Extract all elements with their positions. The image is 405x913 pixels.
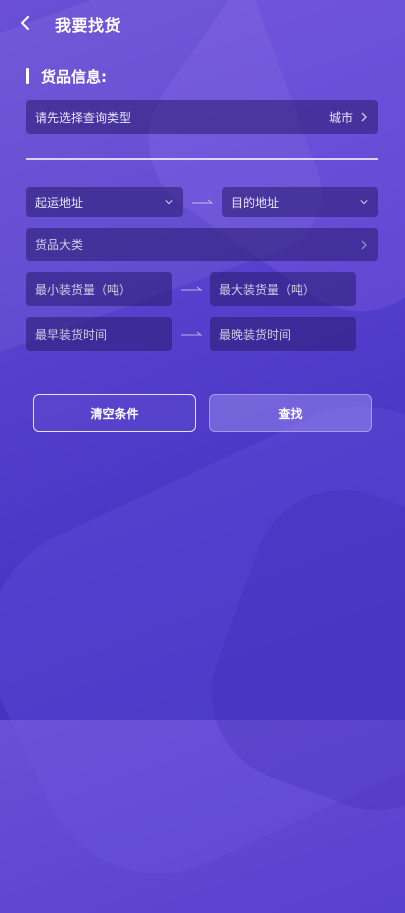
back-button[interactable] — [14, 10, 36, 36]
query-type-placeholder: 请先选择查询类型 — [35, 110, 132, 125]
query-type-select[interactable]: 请先选择查询类型 城市 — [26, 100, 378, 134]
latest-time-input[interactable]: 最晚装货时间 — [210, 317, 356, 351]
chevron-right-icon — [359, 112, 369, 122]
chevron-down-icon — [359, 197, 369, 207]
page-title: 我要找货 — [55, 16, 122, 35]
destination-select[interactable]: 目的地址 — [222, 187, 378, 217]
section-label: 货品信息: — [41, 67, 107, 86]
top-bar: 我要找货 — [0, 0, 405, 46]
max-weight-placeholder: 最大装货量（吨） — [219, 282, 316, 297]
arrow-right-icon — [181, 284, 203, 294]
latest-time-placeholder: 最晚装货时间 — [219, 327, 292, 342]
min-weight-placeholder: 最小装货量（吨） — [35, 282, 132, 297]
background-shape — [186, 464, 405, 836]
section-bar — [26, 68, 29, 84]
min-weight-input[interactable]: 最小装货量（吨） — [26, 272, 172, 306]
clear-button[interactable]: 清空条件 — [33, 394, 196, 432]
category-select[interactable]: 货品大类 — [26, 228, 378, 261]
origin-select[interactable]: 起运地址 — [26, 187, 183, 217]
category-label: 货品大类 — [35, 238, 84, 252]
arrow-right-icon — [181, 329, 203, 339]
earliest-time-input[interactable]: 最早装货时间 — [26, 317, 172, 351]
query-type-value-group: 城市 — [329, 109, 369, 126]
section-header: 货品信息: — [26, 64, 107, 88]
background-shape — [0, 366, 405, 913]
search-button[interactable]: 查找 — [209, 394, 372, 432]
query-type-value: 城市 — [328, 110, 353, 125]
destination-label: 目的地址 — [231, 195, 280, 210]
arrow-right-icon — [192, 197, 214, 207]
chevron-right-icon — [359, 240, 369, 250]
divider — [26, 158, 378, 160]
origin-label: 起运地址 — [35, 195, 84, 210]
chevron-down-icon — [164, 197, 174, 207]
chevron-left-icon — [21, 16, 29, 30]
earliest-time-placeholder: 最早装货时间 — [35, 327, 108, 342]
max-weight-input[interactable]: 最大装货量（吨） — [210, 272, 356, 306]
